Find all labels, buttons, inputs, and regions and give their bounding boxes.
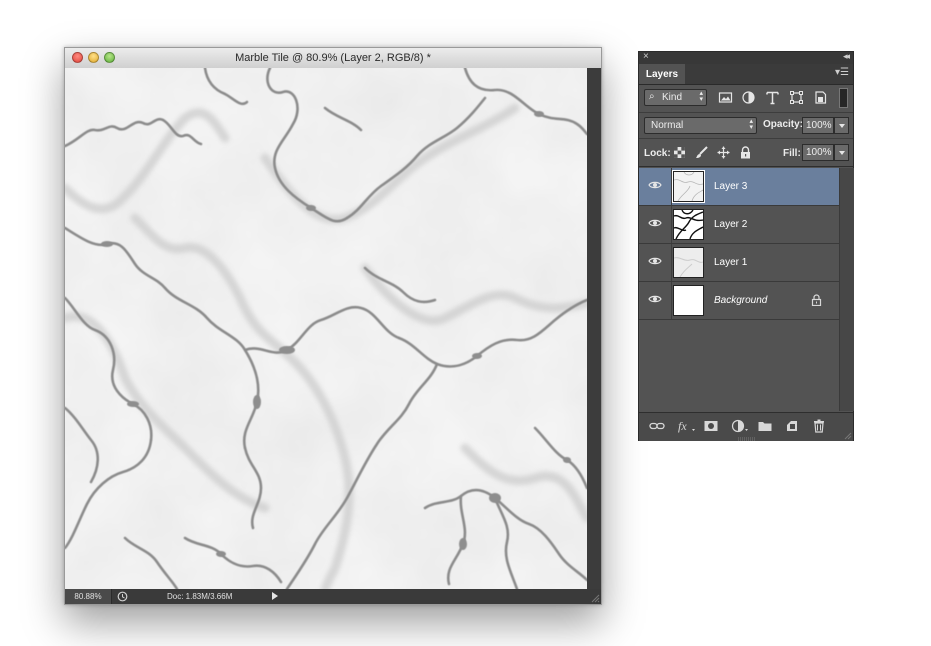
opacity-dropdown-icon[interactable]	[834, 117, 849, 134]
resize-grip-icon[interactable]	[590, 593, 600, 603]
filter-kind-label: Kind	[662, 92, 683, 103]
eye-icon	[648, 257, 662, 265]
visibility-toggle[interactable]	[639, 282, 672, 319]
mask-icon[interactable]	[703, 419, 719, 433]
status-bar: 80.88% Doc: 1.83M/3.66M	[65, 589, 601, 604]
visibility-toggle[interactable]	[639, 206, 672, 243]
adjustment-icon[interactable]	[731, 419, 751, 433]
vertical-scrollbar[interactable]	[587, 68, 601, 589]
close-panel-icon[interactable]: ×	[643, 51, 649, 62]
fx-icon[interactable]: fx	[677, 419, 697, 433]
layer-row-layer-3[interactable]: Layer 3	[639, 168, 839, 206]
filter-toggle-switch[interactable]	[839, 88, 848, 108]
link-icon[interactable]	[649, 419, 665, 433]
layer-thumbnail	[673, 209, 704, 240]
zoom-readout[interactable]: 80.88%	[65, 589, 112, 604]
panel-resize-grip-icon[interactable]	[737, 437, 757, 441]
layers-panel: × ◂◂ Layers ▾☰ ⌕ Kind ▴ ▾ Normal ▴ ▾ Opa…	[638, 51, 854, 441]
document-titlebar[interactable]: Marble Tile @ 80.9% (Layer 2, RGB/8) *	[65, 48, 601, 69]
lock-all-icon[interactable]	[739, 146, 752, 159]
layer-row-layer-1[interactable]: Layer 1	[639, 244, 839, 282]
blend-mode-select[interactable]: Normal ▴ ▾	[644, 117, 757, 134]
document-title: Marble Tile @ 80.9% (Layer 2, RGB/8) *	[235, 52, 431, 64]
layer-locked-icon[interactable]	[811, 294, 822, 306]
layer-thumbnail	[673, 285, 704, 316]
new-layer-icon[interactable]	[784, 419, 800, 433]
lock-row: Lock: Fill: 100%	[639, 139, 853, 167]
tab-layers[interactable]: Layers	[639, 64, 685, 84]
eye-icon	[648, 219, 662, 227]
layers-list: Layer 3 Layer 2 Layer 1 Background	[639, 168, 839, 410]
lock-label: Lock:	[644, 148, 671, 159]
document-window: Marble Tile @ 80.9% (Layer 2, RGB/8) * 8…	[60, 47, 602, 605]
panel-tab-row: Layers ▾☰	[639, 64, 853, 85]
lock-transparent-pixels-icon[interactable]	[673, 146, 686, 159]
svg-text:fx: fx	[678, 419, 687, 433]
document-canvas[interactable]	[60, 66, 592, 594]
layer-name: Layer 3	[714, 181, 748, 192]
pixel-layer-filter-icon[interactable]	[718, 90, 733, 105]
collapse-panel-icon[interactable]: ◂◂	[843, 51, 850, 62]
layer-row-background[interactable]: Background	[639, 282, 839, 320]
search-icon: ⌕	[649, 91, 655, 102]
layer-thumbnail	[672, 170, 705, 203]
fill-dropdown-icon[interactable]	[834, 144, 849, 161]
layer-name: Layer 2	[714, 219, 748, 230]
filter-kind-select[interactable]: ⌕ Kind ▴ ▾	[644, 89, 707, 106]
fill-field[interactable]: 100%	[802, 144, 834, 161]
eye-icon	[648, 295, 662, 303]
visibility-toggle[interactable]	[639, 168, 672, 205]
blend-mode-label: Normal	[651, 120, 684, 131]
select-arrows-icon: ▴ ▾	[749, 118, 753, 131]
shape-layer-filter-icon[interactable]	[789, 90, 804, 105]
status-menu-arrow-icon[interactable]	[272, 592, 278, 600]
type-layer-filter-icon[interactable]	[765, 90, 780, 105]
lock-image-pixels-icon[interactable]	[695, 146, 708, 159]
layer-thumbnail	[673, 247, 704, 278]
lock-position-icon[interactable]	[717, 146, 730, 159]
eye-icon	[648, 181, 662, 189]
layer-name: Background	[714, 295, 768, 306]
fill-label: Fill:	[783, 148, 801, 159]
layer-row-layer-2[interactable]: Layer 2	[639, 206, 839, 244]
document-size: Doc: 1.83M/3.66M	[167, 592, 233, 601]
opacity-label: Opacity:	[763, 119, 804, 130]
visibility-toggle[interactable]	[639, 244, 672, 281]
folder-icon[interactable]	[757, 419, 773, 433]
panel-menu-icon[interactable]: ▾☰	[835, 67, 849, 78]
select-arrows-icon: ▴ ▾	[699, 90, 703, 103]
smart-object-filter-icon[interactable]	[813, 90, 828, 105]
resize-grip-icon[interactable]	[843, 431, 852, 440]
layer-filter-row: ⌕ Kind ▴ ▾	[639, 85, 853, 113]
timing-icon[interactable]	[117, 591, 128, 602]
layers-panel-footer: fx	[639, 412, 853, 441]
panel-header-bar[interactable]: × ◂◂	[639, 51, 853, 64]
marble-texture-image	[60, 66, 592, 594]
layers-scrollbar[interactable]	[839, 168, 854, 411]
trash-icon[interactable]	[811, 419, 827, 433]
blend-row: Normal ▴ ▾ Opacity: 100%	[639, 113, 853, 139]
layer-name: Layer 1	[714, 257, 748, 268]
adjustment-layer-filter-icon[interactable]	[741, 90, 756, 105]
opacity-field[interactable]: 100%	[802, 117, 834, 134]
